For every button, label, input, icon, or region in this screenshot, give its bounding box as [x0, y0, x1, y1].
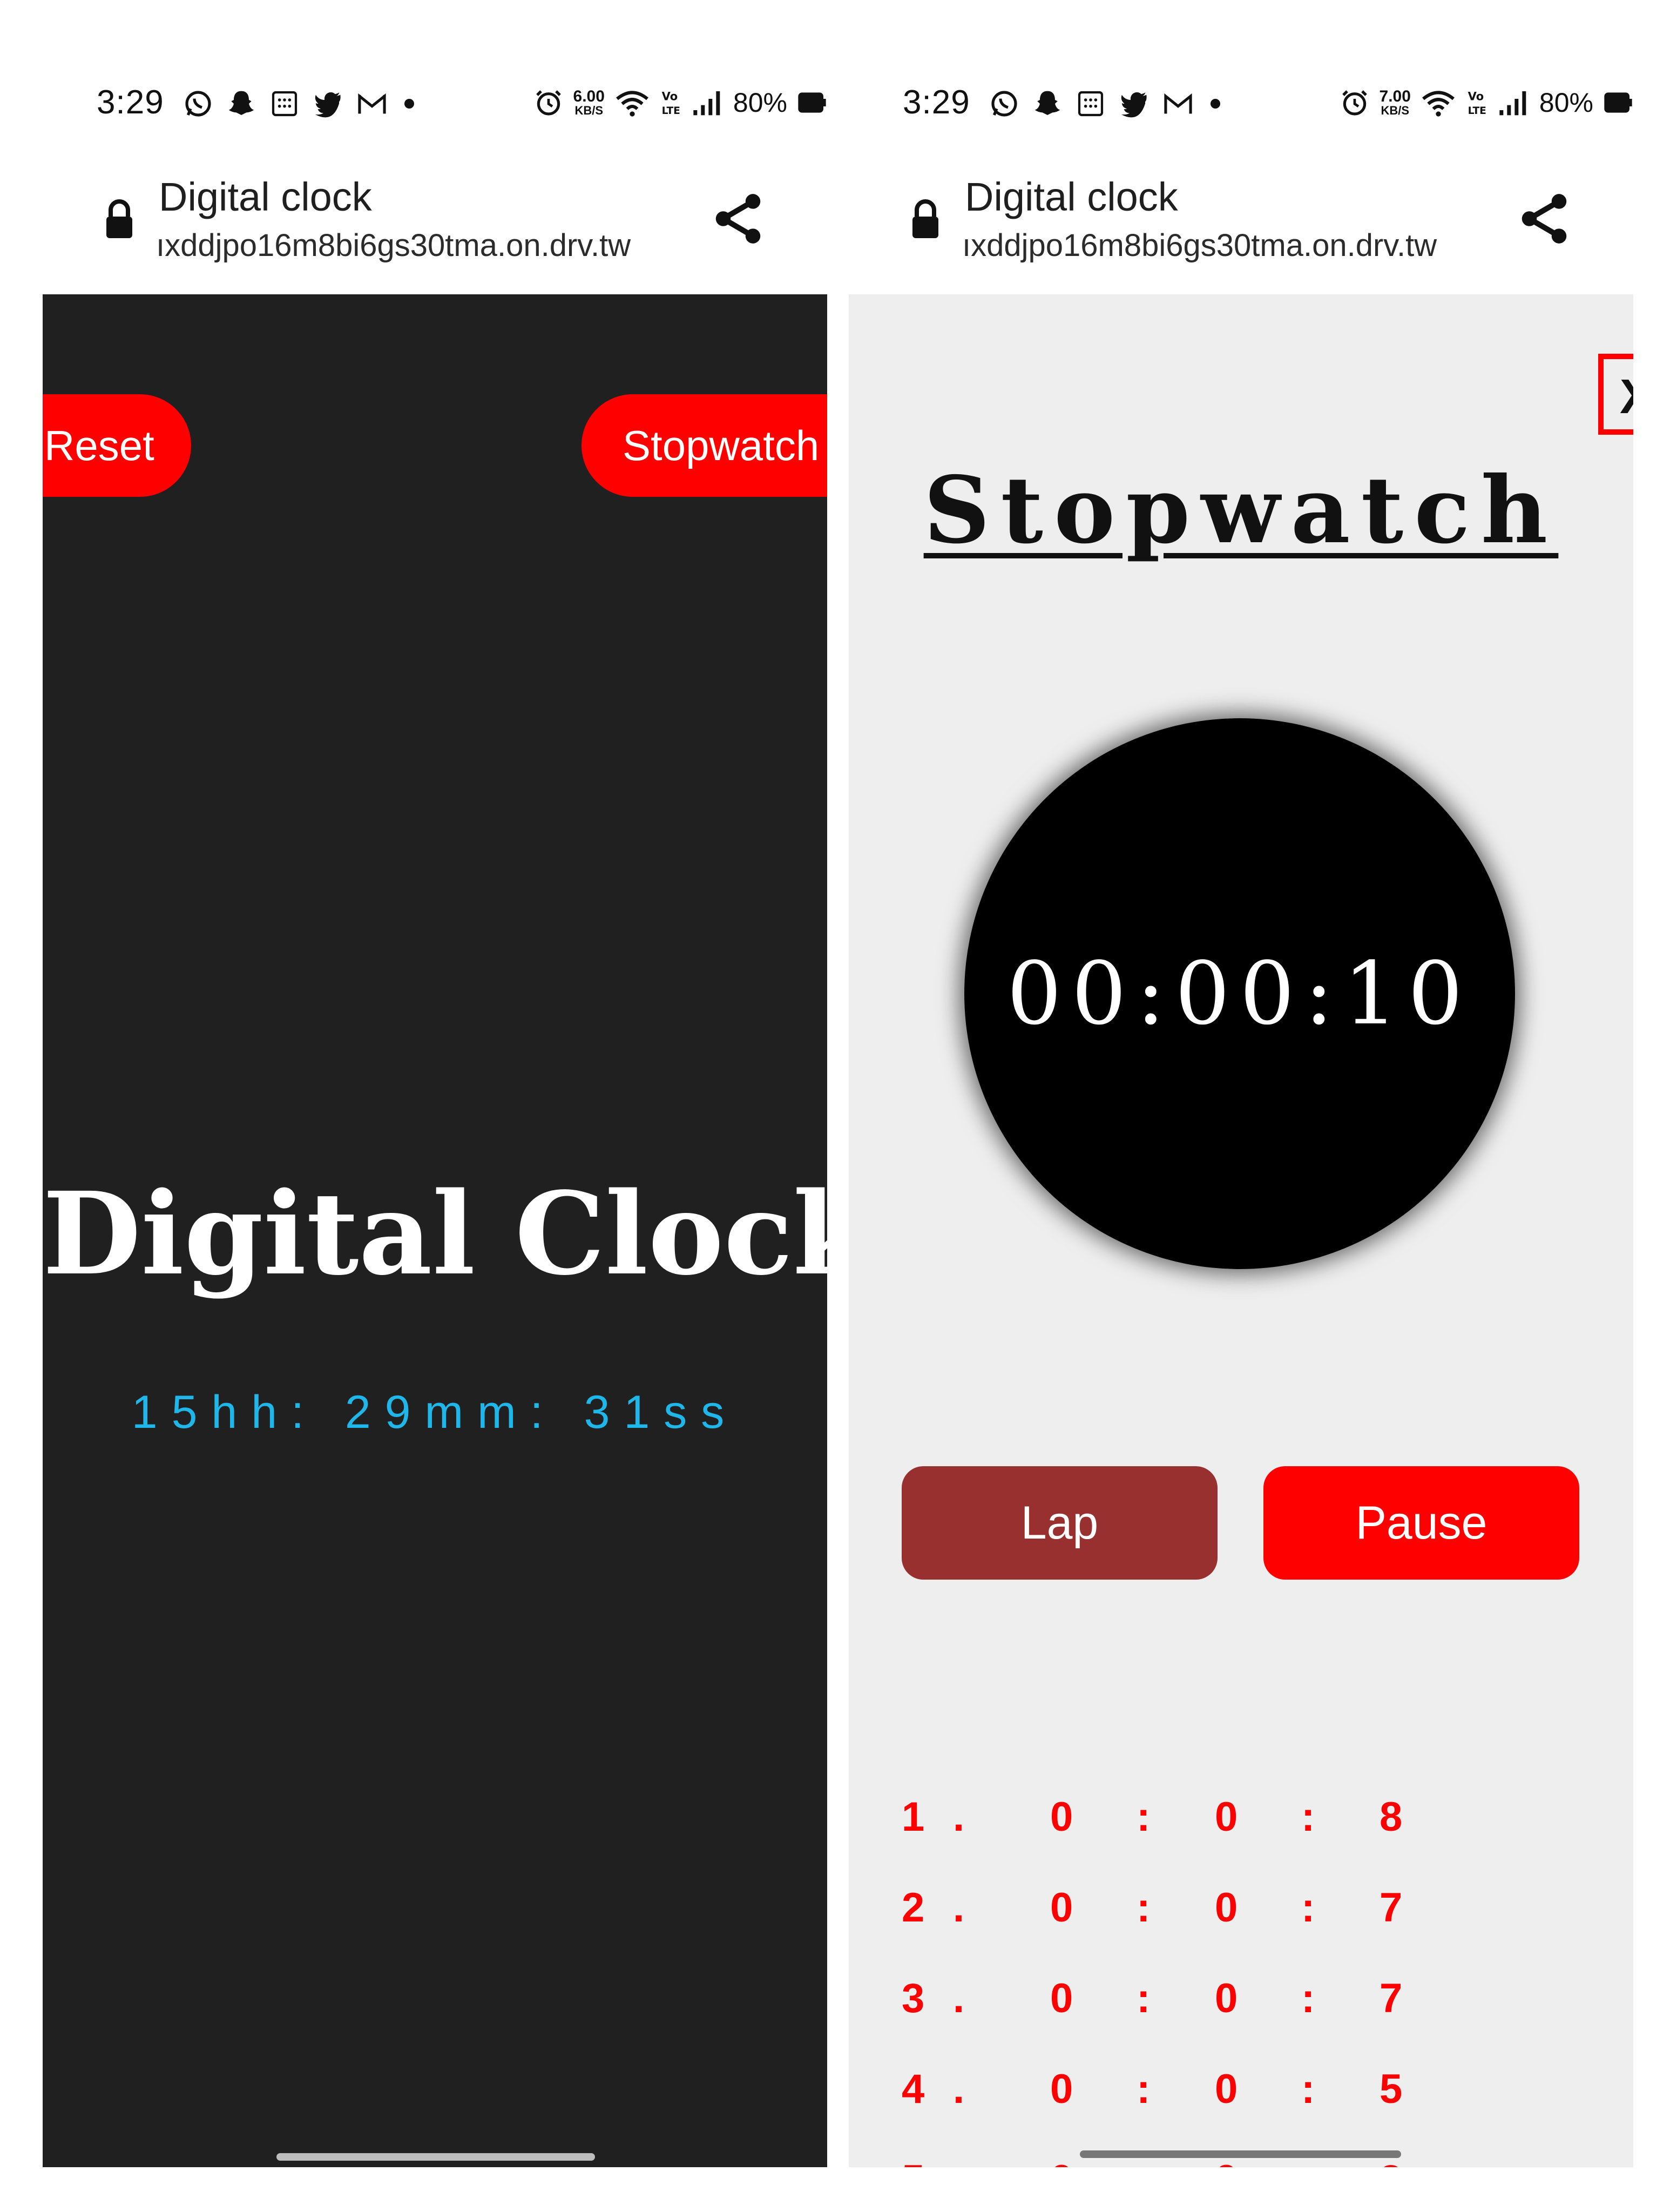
status-bar: 3:29 6.00 KB/S Vo LTE 80% [43, 0, 827, 135]
status-time: 3:29 [97, 84, 164, 121]
stopwatch-screen: 3:29 7. 0 0 KB/S Vo LTE 80% Digital clock … [849, 0, 1633, 2167]
lap-minutes: 0 [1215, 1975, 1238, 2021]
status-bar: 3:29 7.00 KB/S Vo LTE 80% [849, 0, 1633, 135]
lap-number: 1 [902, 1794, 925, 1840]
pause-button[interactable]: Pause [1263, 1466, 1579, 1580]
stopwatch-button[interactable]: Stopwatch [581, 394, 827, 497]
whatsapp-icon [989, 89, 1019, 119]
svg-text:LTE: LTE [662, 105, 680, 117]
lap-item: 3 . 0 : 0 : 7 [902, 1955, 1550, 2046]
status-time: 3:29 [903, 84, 970, 121]
signal-icon [1497, 87, 1530, 118]
clock-time-readout: 15hh: 29mm: 31ss [131, 1386, 739, 1438]
digital-clock-screen: 3:29 6.00 KB/S Vo LTE 80% Digital clock … [43, 0, 827, 2167]
wifi-icon [614, 87, 650, 118]
stopwatch-dial: 00:00:10 [964, 718, 1515, 1269]
lap-separator: : [1137, 1975, 1151, 2021]
snapchat-icon [1032, 89, 1063, 119]
lap-item: 4 . 0 : 0 : 5 [902, 2046, 1550, 2137]
twitter-icon [313, 89, 343, 119]
volte-icon: Vo LTE [1466, 87, 1487, 118]
browser-address-bar[interactable]: Digital clock ıxddjpo16m8bi6gs30tma.on.d… [43, 162, 827, 286]
lap-minutes: 0 [1215, 1885, 1238, 1931]
svg-text:Vo: Vo [662, 90, 678, 103]
lap-minutes: 0 [1215, 2066, 1238, 2112]
lap-number: 5 [902, 2137, 924, 2167]
calculator-icon [269, 89, 300, 119]
lap-button[interactable]: Lap [902, 1466, 1218, 1580]
share-icon[interactable] [708, 189, 768, 251]
dot-icon [1207, 96, 1223, 112]
lap-dot: . [953, 2137, 964, 2167]
lap-separator: : [1137, 1885, 1151, 1931]
svg-text:Vo: Vo [1468, 90, 1484, 103]
browser-address-bar[interactable]: Digital clock ıxddjpo16m8bi6gs30tma.on.d… [849, 162, 1633, 286]
lap-item: 2 . 0 : 0 : 7 [902, 1865, 1550, 1955]
battery-icon [797, 89, 827, 116]
lap-separator: : [1137, 2066, 1151, 2112]
lock-icon [908, 197, 943, 243]
lap-separator: : [1301, 1975, 1315, 2021]
lap-seconds: 7 [1380, 1885, 1403, 1931]
alarm-icon [533, 87, 564, 118]
clock-page: Reset Stopwatch Digital Clock 15hh: 29mm… [43, 294, 827, 2167]
lap-number: 2 [902, 1885, 925, 1931]
stopwatch-reading: 00:00:10 [1006, 943, 1473, 1044]
page-url[interactable]: ıxddjpo16m8bi6gs30tma.on.drv.tw [156, 227, 631, 265]
gmail-icon [1162, 89, 1194, 119]
gmail-icon [356, 89, 388, 119]
lap-number: 4 [902, 2066, 925, 2112]
lap-dot: . [953, 1975, 965, 2021]
alarm-icon [1340, 87, 1370, 118]
battery-icon [1603, 89, 1633, 116]
lap-separator: : [1301, 1885, 1315, 1931]
lock-icon [102, 197, 137, 243]
network-speed: 6.00 KB/S [573, 87, 605, 117]
share-icon[interactable] [1514, 189, 1574, 251]
dot-icon [401, 96, 417, 112]
close-icon: X [1620, 370, 1633, 424]
lap-hours: 0 [1050, 1975, 1073, 2021]
lap-hours: 0 [1050, 1885, 1073, 1931]
lap-list: 1 . 0 : 0 : 8 2 . 0 : 0 : 7 3 . 0 : 0: … [902, 1774, 1550, 2167]
lap-dot: . [953, 2066, 965, 2112]
lap-hours: 0 [1050, 2066, 1073, 2112]
lap-seconds: 5 [1380, 2066, 1403, 2112]
page-url[interactable]: ıxddjpo16m8bi6gs30tma.on.drv.tw [962, 227, 1437, 265]
battery-percent: 80% [733, 87, 787, 118]
reset-button[interactable]: Reset [43, 394, 191, 497]
whatsapp-icon [183, 89, 213, 119]
svg-text:LTE: LTE [1468, 105, 1486, 117]
calculator-icon [1076, 89, 1106, 119]
stopwatch-heading: Stopwatch [923, 456, 1559, 564]
home-indicator[interactable] [276, 2153, 595, 2161]
volte-icon: Vo LTE [660, 87, 681, 118]
twitter-icon [1119, 89, 1149, 119]
digital-clock-heading: Digital Clock [43, 1167, 827, 1300]
page-title: Digital clock [159, 174, 372, 219]
lap-minutes: 0 [1215, 1794, 1238, 1840]
lap-number: 3 [902, 1975, 925, 2021]
close-button[interactable]: X [1598, 354, 1633, 435]
lap-separator: : [1301, 1794, 1315, 1840]
stopwatch-page: X Stopwatch 00:00:10 Lap Pause 1 . 0 : 0… [849, 294, 1633, 2167]
signal-icon [691, 87, 723, 118]
snapchat-icon [226, 89, 256, 119]
lap-dot: . [953, 1794, 965, 1840]
page-title: Digital clock [965, 174, 1178, 219]
lap-seconds: 7 [1380, 1975, 1403, 2021]
lap-hours: 0 [1050, 2137, 1073, 2167]
lap-separator: : [1301, 2066, 1315, 2112]
battery-percent: 80% [1539, 87, 1593, 118]
lap-hours: 0 [1050, 1794, 1073, 1840]
lap-item: 1 . 0 : 0 : 8 [902, 1774, 1550, 1865]
lap-seconds: 8 [1380, 1794, 1403, 1840]
lap-separator: : [1137, 1794, 1151, 1840]
wifi-icon [1421, 87, 1456, 118]
lap-dot: . [953, 1885, 965, 1931]
network-speed: 7.00 KB/S [1379, 87, 1411, 117]
home-indicator[interactable] [1080, 2150, 1401, 2158]
